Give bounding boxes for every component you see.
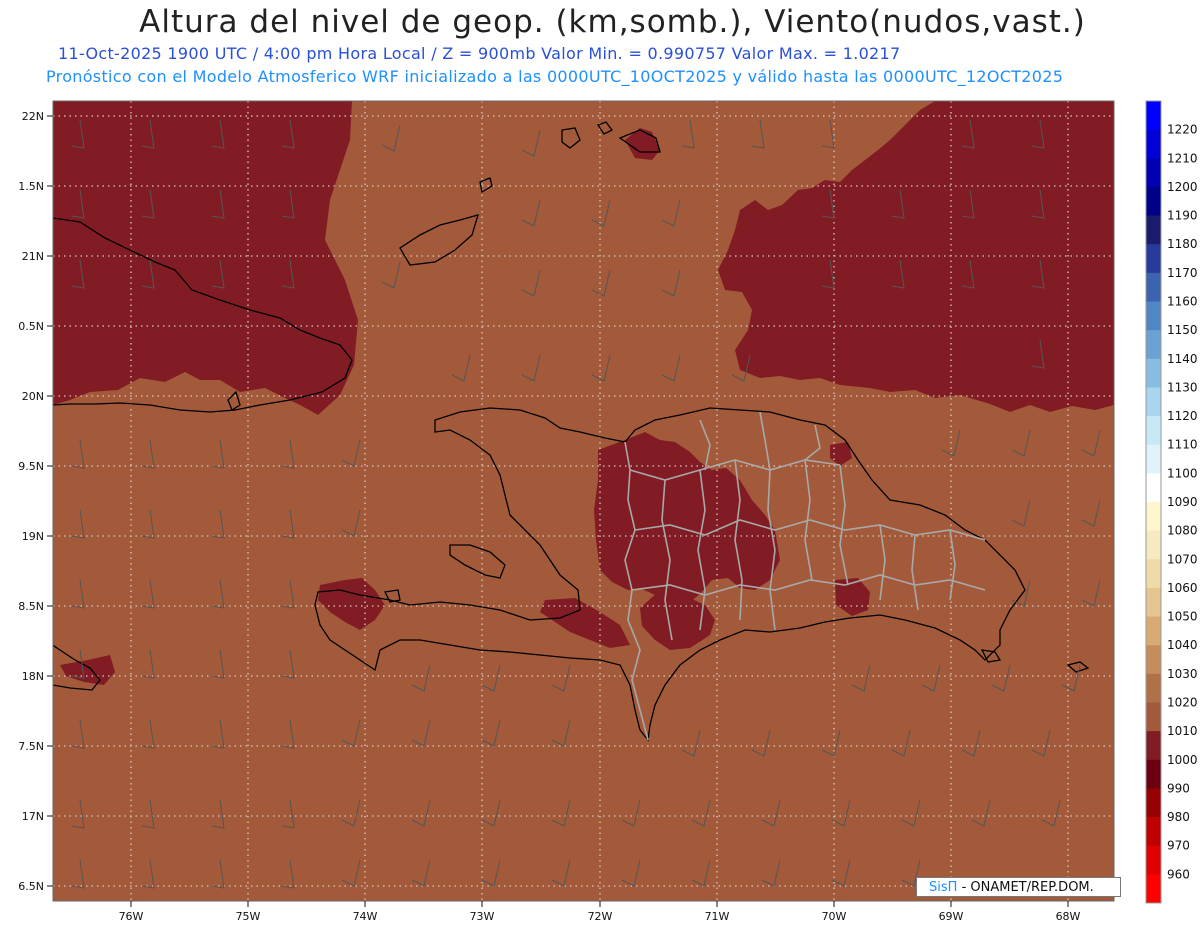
colorbar-level-label: 960: [1167, 867, 1190, 881]
colorbar-swatch: [1146, 416, 1161, 446]
colorbar-level-label: 1160: [1167, 295, 1198, 309]
colorbar-swatch: [1146, 759, 1161, 789]
colorbar-level-label: 1040: [1167, 638, 1198, 652]
colorbar-level-label: 1180: [1167, 237, 1198, 251]
colorbar-swatch: [1146, 358, 1161, 388]
colorbar-level-label: 1140: [1167, 352, 1198, 366]
lon-axis-labels: 76W 75W 74W 73W 72W 71W 70W 69W 68W: [119, 910, 1081, 923]
colorbar-level-label: 1120: [1167, 409, 1198, 423]
colorbar-swatch: [1146, 215, 1161, 245]
lat-label: 18N: [22, 670, 44, 683]
lon-label: 75W: [236, 910, 261, 923]
colorbar-swatch: [1146, 387, 1161, 417]
lat-label: 6.5N: [18, 880, 44, 893]
colorbar-swatch: [1146, 673, 1161, 703]
colorbar-level-label: 990: [1167, 781, 1190, 795]
colorbar-swatch: [1146, 645, 1161, 675]
colorbar-swatch: [1146, 186, 1161, 217]
colorbar-level-label: 1170: [1167, 266, 1198, 280]
colorbar-level-label: 1210: [1167, 151, 1198, 165]
colorbar-swatch: [1146, 559, 1161, 589]
colorbar-level-label: 1000: [1167, 753, 1198, 767]
colorbar-swatch: [1146, 473, 1161, 503]
colorbar-swatch: [1146, 587, 1161, 618]
lon-label: 70W: [822, 910, 847, 923]
lat-axis-ticks: [47, 115, 53, 887]
forecast-map: 22N 1.5N 21N 0.5N 20N 9.5N 19N 8.5N 18N …: [18, 100, 1198, 923]
colorbar-swatch: [1146, 874, 1161, 904]
colorbar-level-label: 1020: [1167, 696, 1198, 710]
lat-label: 7.5N: [18, 740, 44, 753]
lon-label: 76W: [119, 910, 144, 923]
lat-label: 17N: [22, 810, 44, 823]
colorbar-swatch: [1146, 845, 1161, 875]
credit-brand: SisΠ: [929, 880, 958, 895]
colorbar-swatch: [1146, 616, 1161, 646]
lat-label: 19N: [22, 530, 44, 543]
lat-label: 21N: [22, 250, 44, 263]
credit-org: - ONAMET/REP.DOM.: [961, 880, 1094, 895]
lon-label: 69W: [939, 910, 964, 923]
lon-label: 72W: [588, 910, 613, 923]
colorbar-level-label: 980: [1167, 810, 1190, 824]
lat-label: 8.5N: [18, 600, 44, 613]
lon-label: 73W: [470, 910, 495, 923]
colorbar-swatch: [1146, 101, 1161, 131]
colorbar-labels: 1220 1210 1200 1190 1180 1170 1160 1150 1140 1130…: [1167, 123, 1198, 882]
lat-axis-labels: 22N 1.5N 21N 0.5N 20N 9.5N 19N 8.5N 18N …: [18, 110, 44, 893]
colorbar-swatch: [1146, 817, 1161, 847]
colorbar-swatch: [1146, 702, 1161, 732]
colorbar-swatch: [1146, 158, 1161, 188]
colorbar-level-label: 1220: [1167, 123, 1198, 137]
colorbar-level-label: 1110: [1167, 438, 1198, 452]
credit-box: SisΠ - ONAMET/REP.DOM.: [916, 877, 1121, 897]
colorbar-swatch: [1146, 788, 1161, 818]
colorbar-level-label: 1030: [1167, 667, 1198, 681]
colorbar-swatch: [1146, 731, 1161, 761]
lon-label: 74W: [353, 910, 378, 923]
colorbar-level-label: 1100: [1167, 466, 1198, 480]
colorbar: [1145, 100, 1162, 904]
colorbar-level-label: 1190: [1167, 209, 1198, 223]
colorbar-level-label: 1010: [1167, 724, 1198, 738]
lat-label: 20N: [22, 390, 44, 403]
lat-label: 9.5N: [18, 460, 44, 473]
colorbar-swatch: [1146, 129, 1161, 159]
colorbar-swatch: [1146, 444, 1161, 474]
lat-label: 1.5N: [18, 180, 44, 193]
colorbar-swatch: [1146, 530, 1161, 560]
colorbar-level-label: 1060: [1167, 581, 1198, 595]
colorbar-swatch: [1146, 330, 1161, 360]
colorbar-level-label: 1130: [1167, 380, 1198, 394]
colorbar-level-label: 1200: [1167, 180, 1198, 194]
lat-label: 22N: [22, 110, 44, 123]
lon-label: 71W: [705, 910, 730, 923]
colorbar-swatch: [1146, 272, 1161, 302]
colorbar-level-label: 970: [1167, 839, 1190, 853]
colorbar-level-label: 1150: [1167, 323, 1198, 337]
colorbar-swatch: [1146, 502, 1161, 532]
colorbar-level-label: 1080: [1167, 524, 1198, 538]
colorbar-swatch: [1146, 301, 1161, 331]
lon-axis-ticks: [130, 901, 1069, 907]
lon-label: 68W: [1056, 910, 1081, 923]
colorbar-level-label: 1070: [1167, 552, 1198, 566]
colorbar-level-label: 1050: [1167, 610, 1198, 624]
colorbar-swatch: [1146, 244, 1161, 274]
lat-label: 0.5N: [18, 320, 44, 333]
colorbar-level-label: 1090: [1167, 495, 1198, 509]
